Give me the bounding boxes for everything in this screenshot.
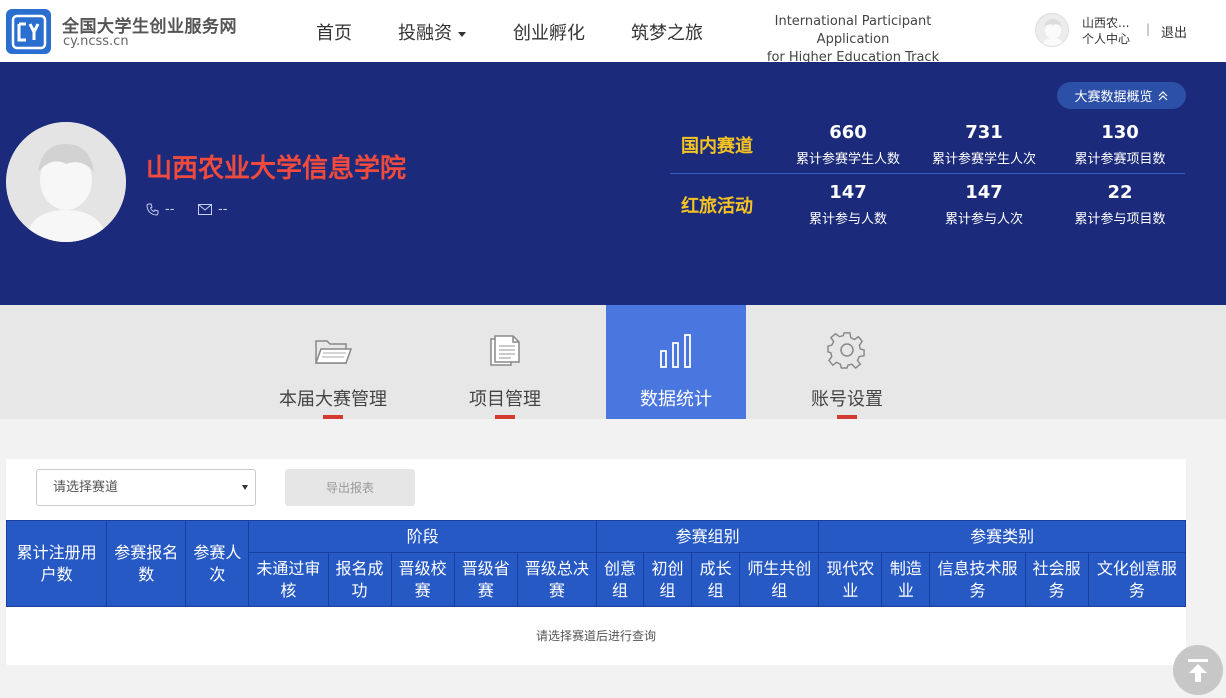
tab-underline: [323, 415, 343, 419]
nav-investment[interactable]: 投融资: [398, 19, 466, 45]
group-stage: 阶段: [248, 520, 597, 553]
tab-label: 项目管理: [469, 389, 541, 410]
statistics-panel: 请选择赛道 导出报表 累计注册用户数 参赛报名数 参赛人次 阶段 参赛组别 参赛…: [5, 459, 1187, 665]
document-icon: [490, 335, 520, 366]
user-name[interactable]: 山西农...: [1082, 14, 1129, 31]
data-overview-button[interactable]: 大赛数据概览: [1057, 82, 1186, 109]
email-value: --: [218, 202, 228, 217]
col-participants: 参赛人次: [185, 520, 250, 607]
col-category: 制造业: [881, 552, 931, 607]
col-team: 成长组: [691, 552, 741, 607]
col-category: 现代农业: [818, 552, 883, 607]
tab-underline: [495, 415, 515, 419]
bar-chart-icon: [660, 334, 691, 368]
caret-down-icon: [458, 31, 466, 37]
phone-value: --: [165, 202, 175, 217]
data-overview-label: 大赛数据概览: [1074, 90, 1153, 105]
profile-banner: 山西农业大学信息学院 -- -- 大赛数据概览 国内赛道 660 累计参赛学生人…: [0, 62, 1226, 305]
col-stage: 报名成功: [327, 552, 392, 607]
phone-contact: --: [146, 202, 174, 217]
nav-incubation[interactable]: 创业孵化: [513, 19, 585, 45]
school-name: 山西农业大学信息学院: [146, 154, 407, 184]
tab-project-management[interactable]: 项目管理: [435, 305, 575, 419]
statistics-table: 累计注册用户数 参赛报名数 参赛人次 阶段 参赛组别 参赛类别 未通过审核 报名…: [5, 520, 1187, 665]
nav-home[interactable]: 首页: [316, 19, 352, 45]
table-header-row: 累计注册用户数 参赛报名数 参赛人次 阶段 参赛组别 参赛类别: [5, 520, 1186, 607]
tab-label: 数据统计: [640, 389, 712, 410]
user-center-link[interactable]: 个人中心: [1082, 30, 1130, 47]
arrow-up-icon: [1188, 659, 1208, 682]
table-row: 请选择赛道后进行查询: [6, 606, 1186, 665]
col-team: 创意组: [595, 552, 645, 607]
col-category: 文化创意服务: [1087, 552, 1187, 607]
nav-intl-line1: International Participant Application: [774, 14, 932, 47]
phone-icon: [146, 203, 159, 216]
tab-label: 本届大赛管理: [279, 389, 387, 410]
stat-label: 累计参与项目数: [1074, 212, 1166, 227]
management-tabs: 本届大赛管理 项目管理 数据统计 账号设置: [0, 305, 1226, 419]
domestic-track-title: 国内赛道: [681, 136, 753, 157]
chevron-up-icon: [1158, 90, 1167, 100]
empty-message: 请选择赛道后进行查询: [6, 606, 1186, 665]
logout-link[interactable]: 退出: [1161, 22, 1187, 41]
mail-icon: [198, 204, 212, 215]
col-category: 信息技术服务: [929, 552, 1026, 607]
site-domain: cy.ncss.cn: [63, 34, 129, 49]
stats-divider: [670, 173, 1185, 174]
back-to-top-button[interactable]: [1173, 645, 1223, 695]
caret-down-icon: [242, 485, 248, 490]
col-stage: 晋级省赛: [453, 552, 518, 607]
red-tour-title: 红旅活动: [681, 196, 753, 217]
stat-label: 累计参赛项目数: [1074, 152, 1166, 167]
col-signups: 参赛报名数: [106, 520, 187, 607]
group-category: 参赛类别: [818, 520, 1186, 553]
tab-competition-management[interactable]: 本届大赛管理: [263, 305, 403, 419]
email-contact: --: [198, 202, 227, 217]
top-navbar: 全国大学生创业服务网 cy.ncss.cn 首页 投融资 创业孵化 筑梦之旅 I…: [0, 0, 1226, 65]
cy-logo-icon[interactable]: [6, 9, 51, 54]
school-avatar: [6, 122, 126, 242]
col-stage: 晋级校赛: [390, 552, 455, 607]
separator: |: [1146, 22, 1151, 36]
col-category: 社会服务: [1024, 552, 1089, 607]
col-team: 初创组: [643, 552, 693, 607]
user-avatar[interactable]: [1035, 13, 1069, 47]
folder-icon: [314, 340, 353, 364]
tab-label: 账号设置: [811, 389, 883, 410]
nav-dream-journey[interactable]: 筑梦之旅: [631, 19, 703, 45]
nav-international-application[interactable]: International Participant Application fo…: [742, 13, 964, 67]
tab-account-settings[interactable]: 账号设置: [777, 305, 917, 419]
track-select-placeholder: 请选择赛道: [53, 480, 119, 495]
col-stage: 晋级总决赛: [516, 552, 597, 607]
col-stage: 未通过审核: [248, 552, 329, 607]
tab-data-statistics[interactable]: 数据统计: [606, 305, 746, 419]
track-select[interactable]: 请选择赛道: [36, 469, 256, 506]
col-registered-users: 累计注册用户数: [5, 520, 108, 607]
stat-value: 22: [1107, 182, 1133, 203]
tab-underline: [837, 415, 857, 419]
export-report-button[interactable]: 导出报表: [285, 469, 415, 506]
group-team: 参赛组别: [595, 520, 820, 553]
stat-value: 130: [1101, 122, 1139, 143]
gear-icon: [827, 332, 865, 369]
nav-investment-label: 投融资: [398, 23, 452, 44]
col-team: 师生共创组: [739, 552, 820, 607]
